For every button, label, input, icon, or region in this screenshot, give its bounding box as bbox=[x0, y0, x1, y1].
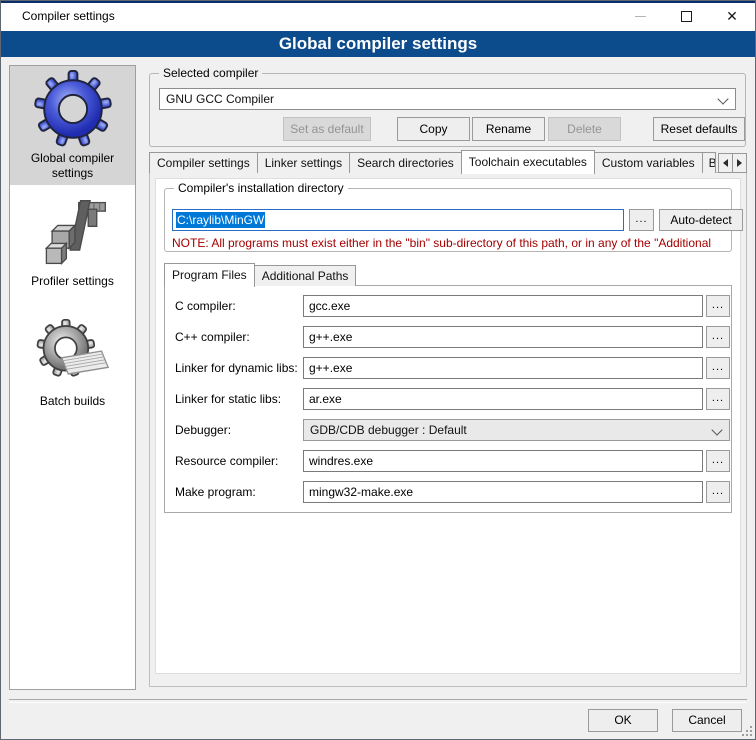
minimize-icon bbox=[635, 16, 646, 17]
program-files-panel: C compiler: ... C++ compiler: ... Linker… bbox=[164, 285, 732, 513]
debugger-select-value: GDB/CDB debugger : Default bbox=[310, 423, 467, 437]
tab-scroll-right-button[interactable] bbox=[732, 153, 747, 173]
tab-custom-variables[interactable]: Custom variables bbox=[594, 152, 703, 173]
delete-button[interactable]: Delete bbox=[548, 117, 621, 141]
gear-gray-stack-icon bbox=[34, 316, 112, 392]
toolchain-executables-page: Compiler's installation directory C:\ray… bbox=[149, 172, 747, 687]
sidebar-item-batch-builds[interactable]: Batch builds bbox=[10, 313, 135, 413]
debugger-select[interactable]: GDB/CDB debugger : Default bbox=[303, 419, 730, 441]
toolchain-panel: Compiler's installation directory C:\ray… bbox=[155, 178, 741, 674]
sidebar-item-profiler-settings[interactable]: Profiler settings bbox=[10, 191, 135, 293]
c-compiler-input[interactable] bbox=[303, 295, 703, 317]
linker-dynamic-browse-button[interactable]: ... bbox=[706, 357, 730, 379]
maximize-button[interactable] bbox=[663, 1, 709, 31]
minimize-button[interactable] bbox=[617, 1, 663, 31]
settings-tab-bar: Compiler settings Linker settings Search… bbox=[149, 150, 715, 173]
install-directory-group-label: Compiler's installation directory bbox=[174, 181, 348, 195]
linker-static-browse-button[interactable]: ... bbox=[706, 388, 730, 410]
make-program-browse-button[interactable]: ... bbox=[706, 481, 730, 503]
install-dir-input[interactable]: C:\raylib\MinGW bbox=[172, 209, 624, 231]
resource-compiler-label: Resource compiler: bbox=[175, 450, 278, 472]
ok-button[interactable]: OK bbox=[588, 709, 658, 732]
caliper-icon bbox=[35, 194, 111, 272]
sidebar-item-label: Batch builds bbox=[21, 394, 125, 409]
tab-build-options[interactable]: Build bbox=[702, 152, 716, 173]
set-as-default-button[interactable]: Set as default bbox=[283, 117, 371, 141]
tab-compiler-settings[interactable]: Compiler settings bbox=[149, 152, 258, 173]
selected-compiler-group: Selected compiler GNU GCC Compiler Set a… bbox=[149, 73, 746, 147]
make-program-input[interactable] bbox=[303, 481, 703, 503]
tab-toolchain-executables[interactable]: Toolchain executables bbox=[461, 150, 595, 174]
auto-detect-button[interactable]: Auto-detect bbox=[659, 209, 743, 231]
tab-scroll-arrows bbox=[719, 153, 747, 173]
resource-compiler-browse-button[interactable]: ... bbox=[706, 450, 730, 472]
close-icon: ✕ bbox=[726, 9, 738, 23]
tab-linker-settings[interactable]: Linker settings bbox=[257, 152, 350, 173]
arrow-left-icon bbox=[723, 159, 728, 167]
maximize-icon bbox=[681, 11, 692, 22]
linker-static-label: Linker for static libs: bbox=[175, 388, 281, 410]
compiler-settings-dialog: Compiler settings ✕ Global compiler sett… bbox=[0, 0, 756, 740]
chevron-down-icon bbox=[711, 424, 722, 435]
page-title: Global compiler settings bbox=[1, 31, 755, 57]
subtab-additional-paths[interactable]: Additional Paths bbox=[254, 265, 357, 286]
close-button[interactable]: ✕ bbox=[709, 1, 755, 31]
chevron-down-icon bbox=[717, 93, 728, 104]
resize-grip-icon[interactable] bbox=[741, 725, 752, 736]
selected-compiler-group-label: Selected compiler bbox=[159, 66, 262, 80]
rename-button[interactable]: Rename bbox=[472, 117, 545, 141]
cpp-compiler-input[interactable] bbox=[303, 326, 703, 348]
resource-compiler-input[interactable] bbox=[303, 450, 703, 472]
subtab-program-files[interactable]: Program Files bbox=[164, 263, 255, 287]
sidebar-item-label: Profiler settings bbox=[21, 274, 125, 289]
linker-static-input[interactable] bbox=[303, 388, 703, 410]
window-title: Compiler settings bbox=[22, 1, 115, 31]
cpp-compiler-browse-button[interactable]: ... bbox=[706, 326, 730, 348]
settings-category-list: Global compiler settings bbox=[9, 65, 136, 690]
tab-scroll-left-button[interactable] bbox=[718, 153, 733, 173]
tab-search-directories[interactable]: Search directories bbox=[349, 152, 462, 173]
compiler-select-value: GNU GCC Compiler bbox=[166, 92, 274, 106]
linker-dynamic-input[interactable] bbox=[303, 357, 703, 379]
install-dir-selected-text: C:\raylib\MinGW bbox=[176, 212, 265, 228]
install-dir-note: NOTE: All programs must exist either in … bbox=[172, 236, 731, 250]
debugger-label: Debugger: bbox=[175, 419, 231, 441]
sidebar-item-global-compiler-settings[interactable]: Global compiler settings bbox=[10, 66, 135, 185]
make-program-label: Make program: bbox=[175, 481, 256, 503]
program-files-tab-bar: Program Files Additional Paths bbox=[164, 263, 355, 286]
compiler-select[interactable]: GNU GCC Compiler bbox=[159, 88, 736, 110]
c-compiler-browse-button[interactable]: ... bbox=[706, 295, 730, 317]
arrow-right-icon bbox=[737, 159, 742, 167]
cancel-button[interactable]: Cancel bbox=[672, 709, 742, 732]
c-compiler-label: C compiler: bbox=[175, 295, 236, 317]
install-directory-group: Compiler's installation directory C:\ray… bbox=[164, 188, 732, 252]
footer-separator bbox=[9, 699, 747, 703]
gear-blue-icon bbox=[34, 69, 112, 149]
cpp-compiler-label: C++ compiler: bbox=[175, 326, 250, 348]
linker-dynamic-label: Linker for dynamic libs: bbox=[175, 357, 298, 379]
reset-defaults-button[interactable]: Reset defaults bbox=[653, 117, 745, 141]
title-bar[interactable]: Compiler settings ✕ bbox=[1, 1, 755, 31]
copy-button[interactable]: Copy bbox=[397, 117, 470, 141]
sidebar-item-label: Global compiler settings bbox=[21, 151, 125, 181]
install-dir-browse-button[interactable]: ... bbox=[629, 209, 654, 231]
caption-buttons: ✕ bbox=[617, 1, 755, 31]
